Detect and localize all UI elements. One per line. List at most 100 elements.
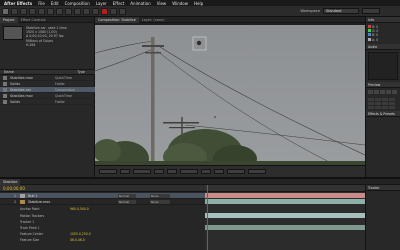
current-time-indicator[interactable] xyxy=(207,185,208,250)
tab-effect-controls[interactable]: Effect Controls xyxy=(18,17,49,23)
camera-tool-icon[interactable] xyxy=(38,7,45,15)
menu-window[interactable]: Window xyxy=(172,1,188,6)
menu-layer[interactable]: Layer xyxy=(96,1,107,6)
menu-animation[interactable]: Animation xyxy=(130,1,150,6)
eraser-tool-icon[interactable] xyxy=(101,7,108,15)
channel-icon[interactable] xyxy=(167,169,177,174)
property-row[interactable]: Track Point 1 xyxy=(0,225,205,230)
project-tabs: Project Effect Controls xyxy=(0,16,94,23)
grid-toggle-icon[interactable] xyxy=(120,169,130,174)
layer-name[interactable]: Stabilize.mov xyxy=(28,200,98,204)
composition-icon xyxy=(3,87,7,92)
menu-view[interactable]: View xyxy=(157,1,167,6)
timeline-panel: Stabilize 0;00;00;00 1 Null 1 Normal Non… xyxy=(0,177,400,250)
time-ruler[interactable] xyxy=(205,185,365,192)
project-list: Name Type Stabilize.mov QuickTime Solids F… xyxy=(0,69,95,105)
prev-frame-icon[interactable] xyxy=(374,89,379,94)
view-layout-select[interactable] xyxy=(248,169,266,174)
item-name: Solids xyxy=(10,99,21,104)
blend-mode-select[interactable]: Normal xyxy=(118,193,136,198)
parent-select[interactable]: None xyxy=(150,193,170,198)
brush-tool-icon[interactable] xyxy=(83,7,90,15)
menu-help[interactable]: Help xyxy=(194,1,203,6)
layer-duration-bar[interactable] xyxy=(205,199,365,204)
viewer-controls xyxy=(95,165,365,177)
last-frame-icon[interactable] xyxy=(392,89,397,94)
current-time-field[interactable] xyxy=(133,169,151,174)
type-column-header[interactable]: Type xyxy=(73,70,85,74)
property-row[interactable]: Anchor Point 960.0,540.0 xyxy=(0,206,205,211)
layer-row[interactable]: 2 Stabilize.mov Normal None xyxy=(0,199,205,205)
item-type: Folder xyxy=(55,81,65,86)
viewer-tabs: Composition: Stabilize Layer: (none) xyxy=(95,16,365,23)
search-help-input[interactable] xyxy=(362,8,380,14)
type-tool-icon[interactable] xyxy=(74,7,81,15)
selection-tool-icon[interactable] xyxy=(2,7,9,15)
menu-file[interactable]: File xyxy=(38,1,45,6)
magnification-select[interactable] xyxy=(99,169,117,174)
layer-duration-bar[interactable] xyxy=(205,193,365,198)
audio-panel-title[interactable]: Audio xyxy=(366,43,400,50)
preview-options xyxy=(366,96,400,111)
effects-panel-title[interactable]: Effects & Presets xyxy=(366,110,400,117)
property-value[interactable]: 1005.0,250.0 xyxy=(70,232,91,236)
menu-edit[interactable]: Edit xyxy=(51,1,59,6)
timeline-controls: 0;00;00;00 xyxy=(0,185,205,192)
menu-composition[interactable]: Composition xyxy=(65,1,90,6)
list-item[interactable]: Solids Folder xyxy=(0,99,95,105)
blend-mode-select[interactable]: Normal xyxy=(118,199,136,204)
layer-label-color[interactable] xyxy=(20,193,25,198)
property-row[interactable]: Feature Size 46.0,46.0 xyxy=(0,237,205,242)
right-panels: Info R: 0 G: 0 B: 0 A: 0 Audio Preview E… xyxy=(365,17,400,177)
item-type: QuickTime xyxy=(55,93,72,98)
resolution-select[interactable] xyxy=(180,169,198,174)
app-menu[interactable]: After Effects xyxy=(4,1,32,6)
tab-project[interactable]: Project xyxy=(0,16,18,23)
rotate-tool-icon[interactable] xyxy=(29,7,36,15)
tab-layer[interactable]: Layer: (none) xyxy=(139,17,168,23)
composition-viewer: Composition: Stabilize Layer: (none) xyxy=(95,16,365,177)
tracker-panel-title[interactable]: Tracker xyxy=(366,185,400,191)
footage-frame[interactable] xyxy=(95,25,365,165)
property-row[interactable]: Feature Center 1005.0,250.0 xyxy=(0,231,205,236)
track-bar[interactable] xyxy=(205,225,365,230)
clone-tool-icon[interactable] xyxy=(92,7,99,15)
pan-behind-tool-icon[interactable] xyxy=(47,7,54,15)
track-bar[interactable] xyxy=(205,213,365,218)
play-icon[interactable] xyxy=(380,89,385,94)
workspace-select[interactable]: Standard xyxy=(323,8,359,14)
hand-tool-icon[interactable] xyxy=(11,7,18,15)
snapshot-icon[interactable] xyxy=(154,169,164,174)
timeline-graph[interactable] xyxy=(205,185,365,250)
pen-tool-icon[interactable] xyxy=(65,7,72,15)
property-row[interactable]: Motion Trackers xyxy=(0,213,205,218)
tab-timeline-comp[interactable]: Stabilize xyxy=(0,178,21,185)
zoom-tool-icon[interactable] xyxy=(20,7,27,15)
next-frame-icon[interactable] xyxy=(386,89,391,94)
parent-select[interactable]: None xyxy=(150,199,170,204)
audio-meter xyxy=(368,51,398,80)
layer-name[interactable]: Null 1 xyxy=(28,194,98,198)
name-column-header[interactable]: Name xyxy=(0,70,14,74)
item-name: Stabilize.mov xyxy=(10,75,33,80)
roi-icon[interactable] xyxy=(201,169,211,174)
item-name: Stabilize-car xyxy=(10,87,31,92)
property-value[interactable]: 46.0,46.0 xyxy=(70,238,85,242)
item-type: QuickTime xyxy=(55,75,72,80)
puppet-tool-icon[interactable] xyxy=(119,7,126,15)
layer-label-color[interactable] xyxy=(20,199,25,204)
camera-view-select[interactable] xyxy=(227,169,245,174)
property-row[interactable]: Tracker 1 xyxy=(0,219,205,224)
first-frame-icon[interactable] xyxy=(368,89,373,94)
menu-effect[interactable]: Effect xyxy=(113,1,125,6)
mask-tool-icon[interactable] xyxy=(56,7,63,15)
property-value[interactable]: 960.0,540.0 xyxy=(70,207,89,211)
tools-panel: Workspace Standard xyxy=(0,6,400,17)
tab-composition[interactable]: Composition: Stabilize xyxy=(95,16,139,23)
property-name: Feature Center xyxy=(20,231,44,236)
folder-icon xyxy=(3,99,7,104)
roto-tool-icon[interactable] xyxy=(110,7,117,15)
workspace-area: Workspace Standard xyxy=(300,8,380,14)
transparency-grid-icon[interactable] xyxy=(214,169,224,174)
current-time-display[interactable]: 0;00;00;00 xyxy=(3,186,25,191)
